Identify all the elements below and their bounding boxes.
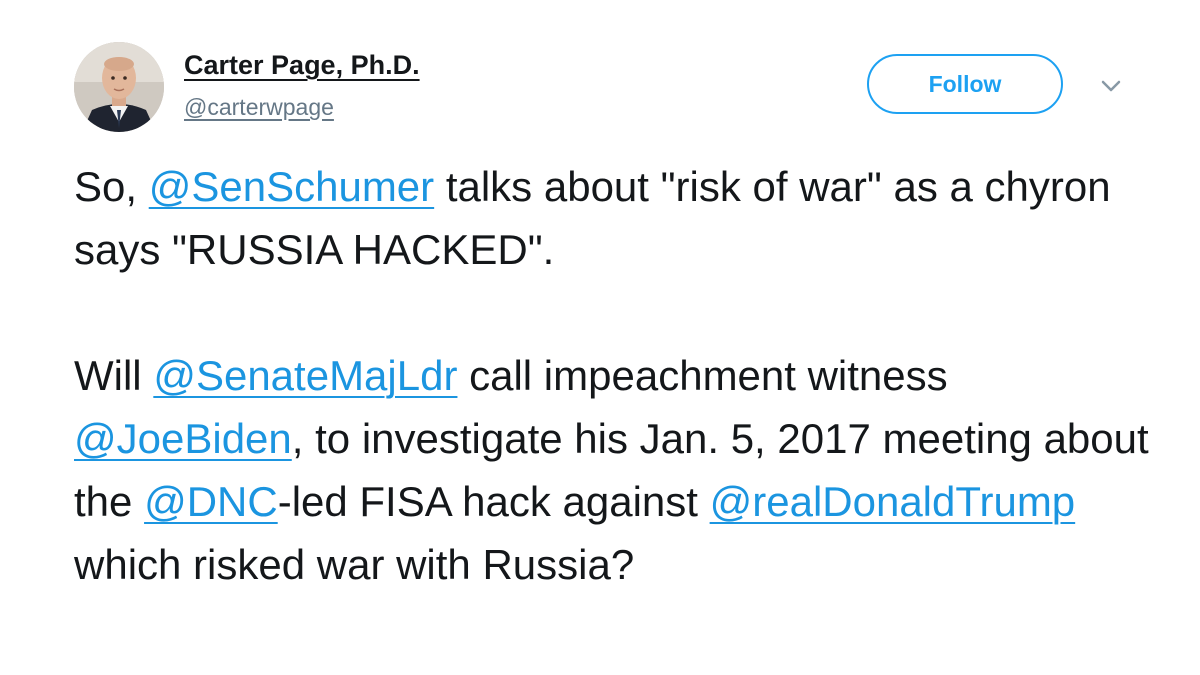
tweet-paragraph: So, @SenSchumer talks about "risk of war…	[74, 155, 1164, 281]
mention-link[interactable]: @SenateMajLdr	[153, 352, 457, 399]
tweet-text: So, @SenSchumer talks about "risk of war…	[74, 155, 1164, 596]
mention-link[interactable]: @JoeBiden	[74, 415, 292, 462]
tweet-text-segment: which risked war with Russia?	[74, 541, 635, 588]
tweet-text-segment: So,	[74, 163, 149, 210]
mention-link[interactable]: @realDonaldTrump	[710, 478, 1076, 525]
tweet-text-segment: -led FISA hack against	[277, 478, 710, 525]
author-handle[interactable]: @carterwpage	[184, 94, 334, 121]
mention-link[interactable]: @DNC	[144, 478, 278, 525]
tweet-text-segment: call impeachment witness	[457, 352, 948, 399]
follow-button[interactable]: Follow	[867, 54, 1063, 114]
tweet-paragraph: Will @SenateMajLdr call impeachment witn…	[74, 344, 1164, 596]
tweet-text-segment: Will	[74, 352, 154, 399]
author-avatar[interactable]	[74, 42, 164, 132]
profile-photo-icon	[74, 42, 164, 132]
mention-link[interactable]: @SenSchumer	[149, 163, 434, 210]
author-display-name[interactable]: Carter Page, Ph.D.	[184, 50, 420, 81]
chevron-down-icon[interactable]	[1099, 74, 1123, 98]
